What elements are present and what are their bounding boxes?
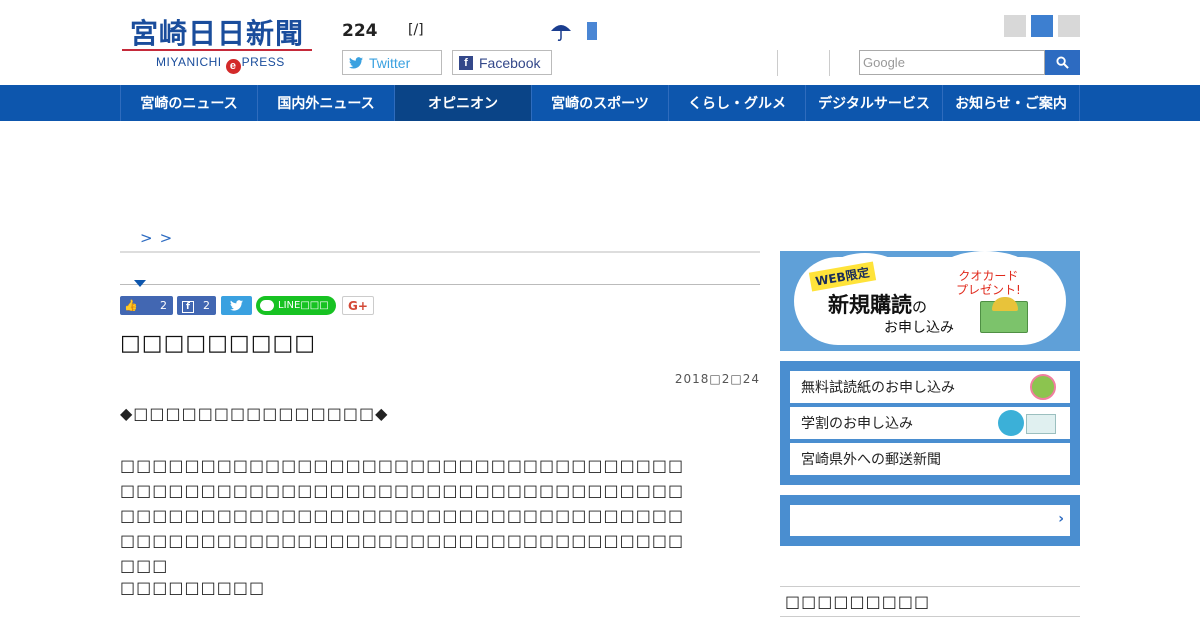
header-divider — [777, 50, 778, 76]
logo-subtitle: MIYANICHI e PRESS — [156, 55, 285, 74]
trial-subscription-label: 無料試読紙のお申し込み — [801, 380, 955, 396]
mascot-icon — [998, 410, 1024, 436]
tweet-button[interactable] — [221, 296, 252, 315]
search-placeholder: Google — [863, 55, 905, 70]
font-size-medium-button[interactable] — [1031, 15, 1053, 37]
promo-gift-text: クオカード プレゼント! — [956, 269, 1021, 297]
facebook-share-button[interactable]: f 2 — [177, 296, 216, 315]
font-size-large-button[interactable] — [1058, 15, 1080, 37]
breadcrumb: > > — [140, 229, 179, 247]
member-login-link[interactable]: › — [790, 505, 1070, 536]
umbrella-icon — [551, 25, 571, 41]
header-divider — [829, 50, 830, 76]
nav-item-miyazaki-news[interactable]: 宮崎のニュース — [121, 85, 258, 121]
subscription-links: 無料試読紙のお申し込み 学割のお申し込み 宮崎県外への郵送新聞 — [780, 361, 1080, 485]
article-signature: □□□□□□□□□ — [120, 578, 266, 597]
facebook-like-button[interactable]: 👍 2 — [120, 296, 173, 315]
logo-sub-post: PRESS — [241, 55, 285, 69]
article-date: 2018□2□24 — [674, 372, 760, 386]
facebook-icon: f — [459, 55, 473, 70]
search-button[interactable] — [1045, 50, 1080, 75]
google-plus-button[interactable]: G+ — [342, 296, 374, 315]
article-lead: ◆□□□□□□□□□□□□□□□◆ — [120, 404, 389, 423]
school-icon — [1026, 414, 1056, 434]
visitor-count: 224 — [342, 21, 378, 41]
rail-section-heading: □□□□□□□□□ — [780, 586, 1080, 617]
thumbs-up-icon: 👍 — [124, 299, 138, 312]
twitter-follow-button[interactable]: Twitter — [342, 50, 442, 75]
promo-subtitle: お申し込み — [884, 320, 954, 336]
promo-gift-line: プレゼント! — [956, 283, 1021, 297]
nav-item-digital[interactable]: デジタルサービス — [806, 85, 943, 121]
section-rule — [120, 284, 760, 285]
out-of-prefecture-delivery-link[interactable]: 宮崎県外への郵送新聞 — [790, 443, 1070, 475]
breadcrumb-separator: > — [159, 229, 173, 247]
breadcrumb-rule — [120, 251, 760, 253]
student-discount-link[interactable]: 学割のお申し込み — [790, 407, 1070, 439]
site-header: 宮崎日日新聞 MIYANICHI e PRESS 224 [/] Twitter f… — [0, 0, 1200, 85]
logo-sub-pre: MIYANICHI — [156, 55, 222, 69]
article-headline: □□□□□□□□□ — [120, 331, 317, 356]
nav-item-opinion[interactable]: オピニオン — [395, 85, 532, 121]
search-icon — [1056, 56, 1069, 69]
section-pointer — [134, 280, 146, 287]
subscription-promo-banner[interactable]: WEB限定 新規購読の お申し込み クオカード プレゼント! — [780, 251, 1080, 351]
line-share-button[interactable]: LINE□□□ — [256, 296, 336, 315]
weather-indicator — [587, 22, 597, 40]
main-nav: 宮崎のニュース 国内外ニュース オピニオン 宮崎のスポーツ くらし・グルメ デジ… — [0, 85, 1200, 121]
nav-item-sports[interactable]: 宮崎のスポーツ — [532, 85, 669, 121]
logo-e-badge: e — [225, 59, 241, 74]
line-icon — [260, 300, 274, 311]
member-login-box: › — [780, 495, 1080, 546]
search-input[interactable]: Google — [859, 50, 1045, 75]
promo-title: 新規購読の — [828, 289, 927, 319]
font-size-small-button[interactable] — [1004, 15, 1026, 37]
chevron-right-icon: › — [1058, 511, 1064, 527]
delivery-label: 宮崎県外への郵送新聞 — [801, 452, 941, 468]
share-count: 2 — [203, 299, 210, 312]
facebook-icon: f — [177, 299, 199, 313]
twitter-follow-label: Twitter — [369, 54, 411, 71]
twitter-icon — [230, 300, 243, 311]
nav-item-national-news[interactable]: 国内外ニュース — [258, 85, 395, 121]
facebook-follow-button[interactable]: f Facebook — [452, 50, 552, 75]
logo-rule — [122, 49, 312, 51]
mascot-icon — [1030, 374, 1056, 400]
promo-gift-line: クオカード — [958, 269, 1019, 283]
trial-subscription-link[interactable]: 無料試読紙のお申し込み — [790, 371, 1070, 403]
site-logo[interactable]: 宮崎日日新聞 MIYANICHI e PRESS — [122, 12, 314, 74]
nav-item-lifestyle[interactable]: くらし・グルメ — [669, 85, 806, 121]
article-body: □□□□□□□□□□□□□□□□□□□□□□□□□□□□□□□□□□□□□□□□… — [120, 456, 685, 575]
facebook-follow-label: Facebook — [479, 54, 541, 71]
date-display: [/] — [408, 22, 424, 38]
like-count: 2 — [160, 299, 167, 312]
nav-item-info[interactable]: お知らせ・ご案内 — [943, 85, 1080, 121]
twitter-icon — [349, 56, 363, 68]
logo-title: 宮崎日日新聞 — [130, 17, 305, 50]
promo-title-particle: の — [912, 298, 928, 316]
promo-title-main: 新規購読 — [828, 293, 912, 317]
student-discount-label: 学割のお申し込み — [801, 416, 913, 432]
line-share-label: LINE□□□ — [278, 300, 329, 311]
breadcrumb-separator: > — [140, 229, 153, 247]
